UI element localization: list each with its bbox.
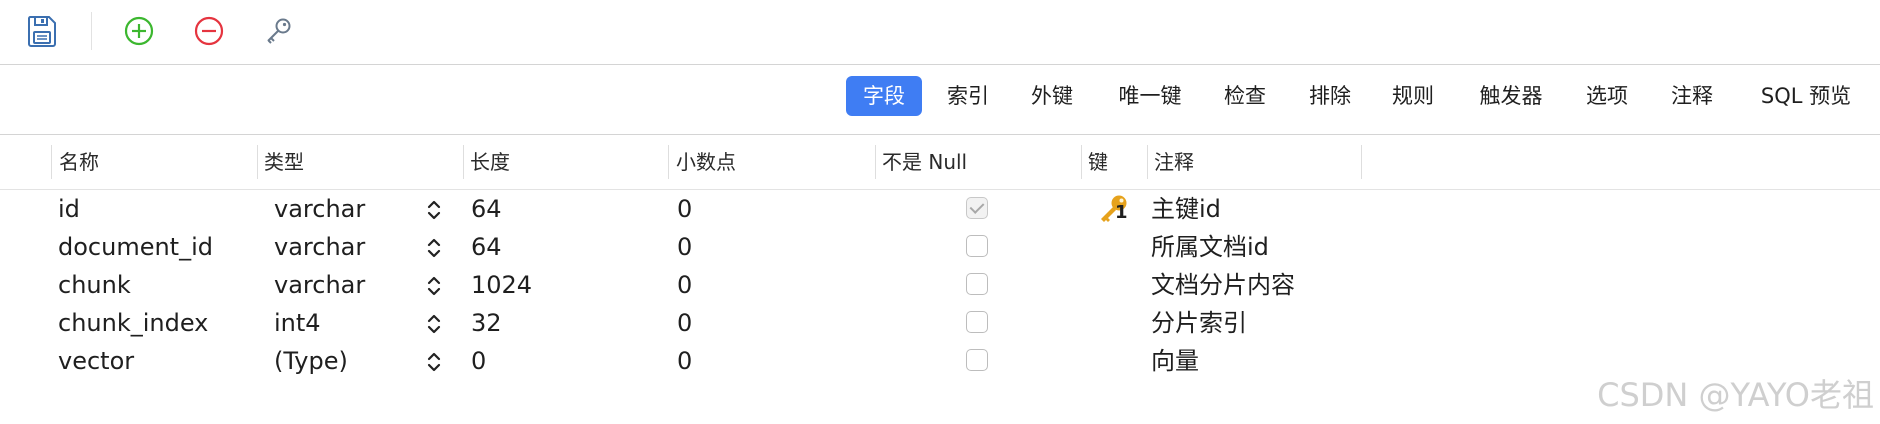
- toolbar-separator: [91, 12, 92, 50]
- field-decimal[interactable]: 0: [677, 304, 692, 342]
- tab-comments[interactable]: 注释: [1657, 76, 1727, 116]
- table-row[interactable]: chunk_index int4 32 0 分片索引: [0, 304, 1880, 342]
- column-divider: [257, 145, 258, 179]
- column-header-length[interactable]: 长度: [470, 135, 510, 189]
- field-type[interactable]: varchar: [274, 228, 365, 266]
- minus-circle-icon[interactable]: [191, 13, 227, 49]
- field-type[interactable]: int4: [274, 304, 321, 342]
- watermark-text: CSDN @YAYO老祖: [1597, 376, 1874, 414]
- table-row[interactable]: chunk varchar 1024 0 文档分片内容: [0, 266, 1880, 304]
- not-null-checkbox[interactable]: [966, 349, 988, 371]
- not-null-checkbox[interactable]: [966, 235, 988, 257]
- field-comment[interactable]: 所属文档id: [1151, 228, 1269, 266]
- column-header-name[interactable]: 名称: [59, 135, 99, 189]
- field-name[interactable]: chunk_index: [58, 304, 208, 342]
- tab-foreign-keys[interactable]: 外键: [1018, 76, 1086, 116]
- tab-sql-preview[interactable]: SQL 预览: [1750, 76, 1862, 116]
- primary-key-order: 1: [1115, 202, 1128, 223]
- column-divider: [875, 145, 876, 179]
- tab-unique-keys[interactable]: 唯一键: [1108, 76, 1192, 116]
- table-row[interactable]: id varchar 64 0 1 主键id: [0, 190, 1880, 228]
- field-name[interactable]: vector: [58, 342, 134, 380]
- field-comment[interactable]: 向量: [1151, 342, 1199, 380]
- field-length[interactable]: 32: [471, 304, 502, 342]
- column-divider: [1147, 145, 1148, 179]
- field-name[interactable]: id: [58, 190, 80, 228]
- column-header-type[interactable]: 类型: [264, 135, 304, 189]
- field-decimal[interactable]: 0: [677, 342, 692, 380]
- field-comment[interactable]: 文档分片内容: [1151, 266, 1295, 304]
- field-length[interactable]: 64: [471, 228, 502, 266]
- field-comment[interactable]: 分片索引: [1151, 304, 1247, 342]
- chevron-updown-icon[interactable]: [426, 349, 442, 375]
- toolbar: [0, 0, 1880, 65]
- field-type[interactable]: (Type): [274, 342, 348, 380]
- plus-circle-icon[interactable]: [121, 13, 157, 49]
- column-divider: [463, 145, 464, 179]
- field-name[interactable]: chunk: [58, 266, 131, 304]
- field-decimal[interactable]: 0: [677, 266, 692, 304]
- chevron-updown-icon[interactable]: [426, 273, 442, 299]
- table-row[interactable]: document_id varchar 64 0 所属文档id: [0, 228, 1880, 266]
- not-null-checkbox[interactable]: [966, 273, 988, 295]
- chevron-updown-icon[interactable]: [426, 311, 442, 337]
- column-divider: [1081, 145, 1082, 179]
- field-decimal[interactable]: 0: [677, 228, 692, 266]
- chevron-updown-icon[interactable]: [426, 235, 442, 261]
- column-divider: [1361, 145, 1362, 179]
- field-length[interactable]: 1024: [471, 266, 532, 304]
- column-header-decimal[interactable]: 小数点: [676, 135, 736, 189]
- field-type[interactable]: varchar: [274, 266, 365, 304]
- column-header-key[interactable]: 键: [1088, 135, 1108, 189]
- field-name[interactable]: document_id: [58, 228, 213, 266]
- column-header-comment[interactable]: 注释: [1154, 135, 1194, 189]
- tab-checks[interactable]: 检查: [1210, 76, 1280, 116]
- tab-indexes[interactable]: 索引: [934, 76, 1002, 116]
- not-null-checkbox[interactable]: [966, 311, 988, 333]
- save-icon[interactable]: [24, 13, 60, 49]
- column-header-not-null[interactable]: 不是 Null: [882, 135, 967, 189]
- column-divider: [51, 145, 52, 179]
- tab-rules[interactable]: 规则: [1378, 76, 1448, 116]
- tab-bar: 字段 索引 外键 唯一键 检查 排除 规则 触发器 选项 注释 SQL 预览: [0, 64, 1880, 135]
- chevron-updown-icon[interactable]: [426, 197, 442, 223]
- field-length[interactable]: 64: [471, 190, 502, 228]
- field-length[interactable]: 0: [471, 342, 486, 380]
- not-null-checkbox[interactable]: [966, 197, 988, 219]
- key-icon[interactable]: [261, 13, 297, 49]
- field-decimal[interactable]: 0: [677, 190, 692, 228]
- tab-excludes[interactable]: 排除: [1295, 76, 1365, 116]
- field-comment[interactable]: 主键id: [1151, 190, 1221, 228]
- tab-options[interactable]: 选项: [1572, 76, 1642, 116]
- field-type[interactable]: varchar: [274, 190, 365, 228]
- tab-triggers[interactable]: 触发器: [1470, 76, 1552, 116]
- column-divider: [668, 145, 669, 179]
- column-header-row: 名称 类型 长度 小数点 不是 Null 键 注释: [0, 135, 1880, 190]
- tab-fields[interactable]: 字段: [846, 76, 922, 116]
